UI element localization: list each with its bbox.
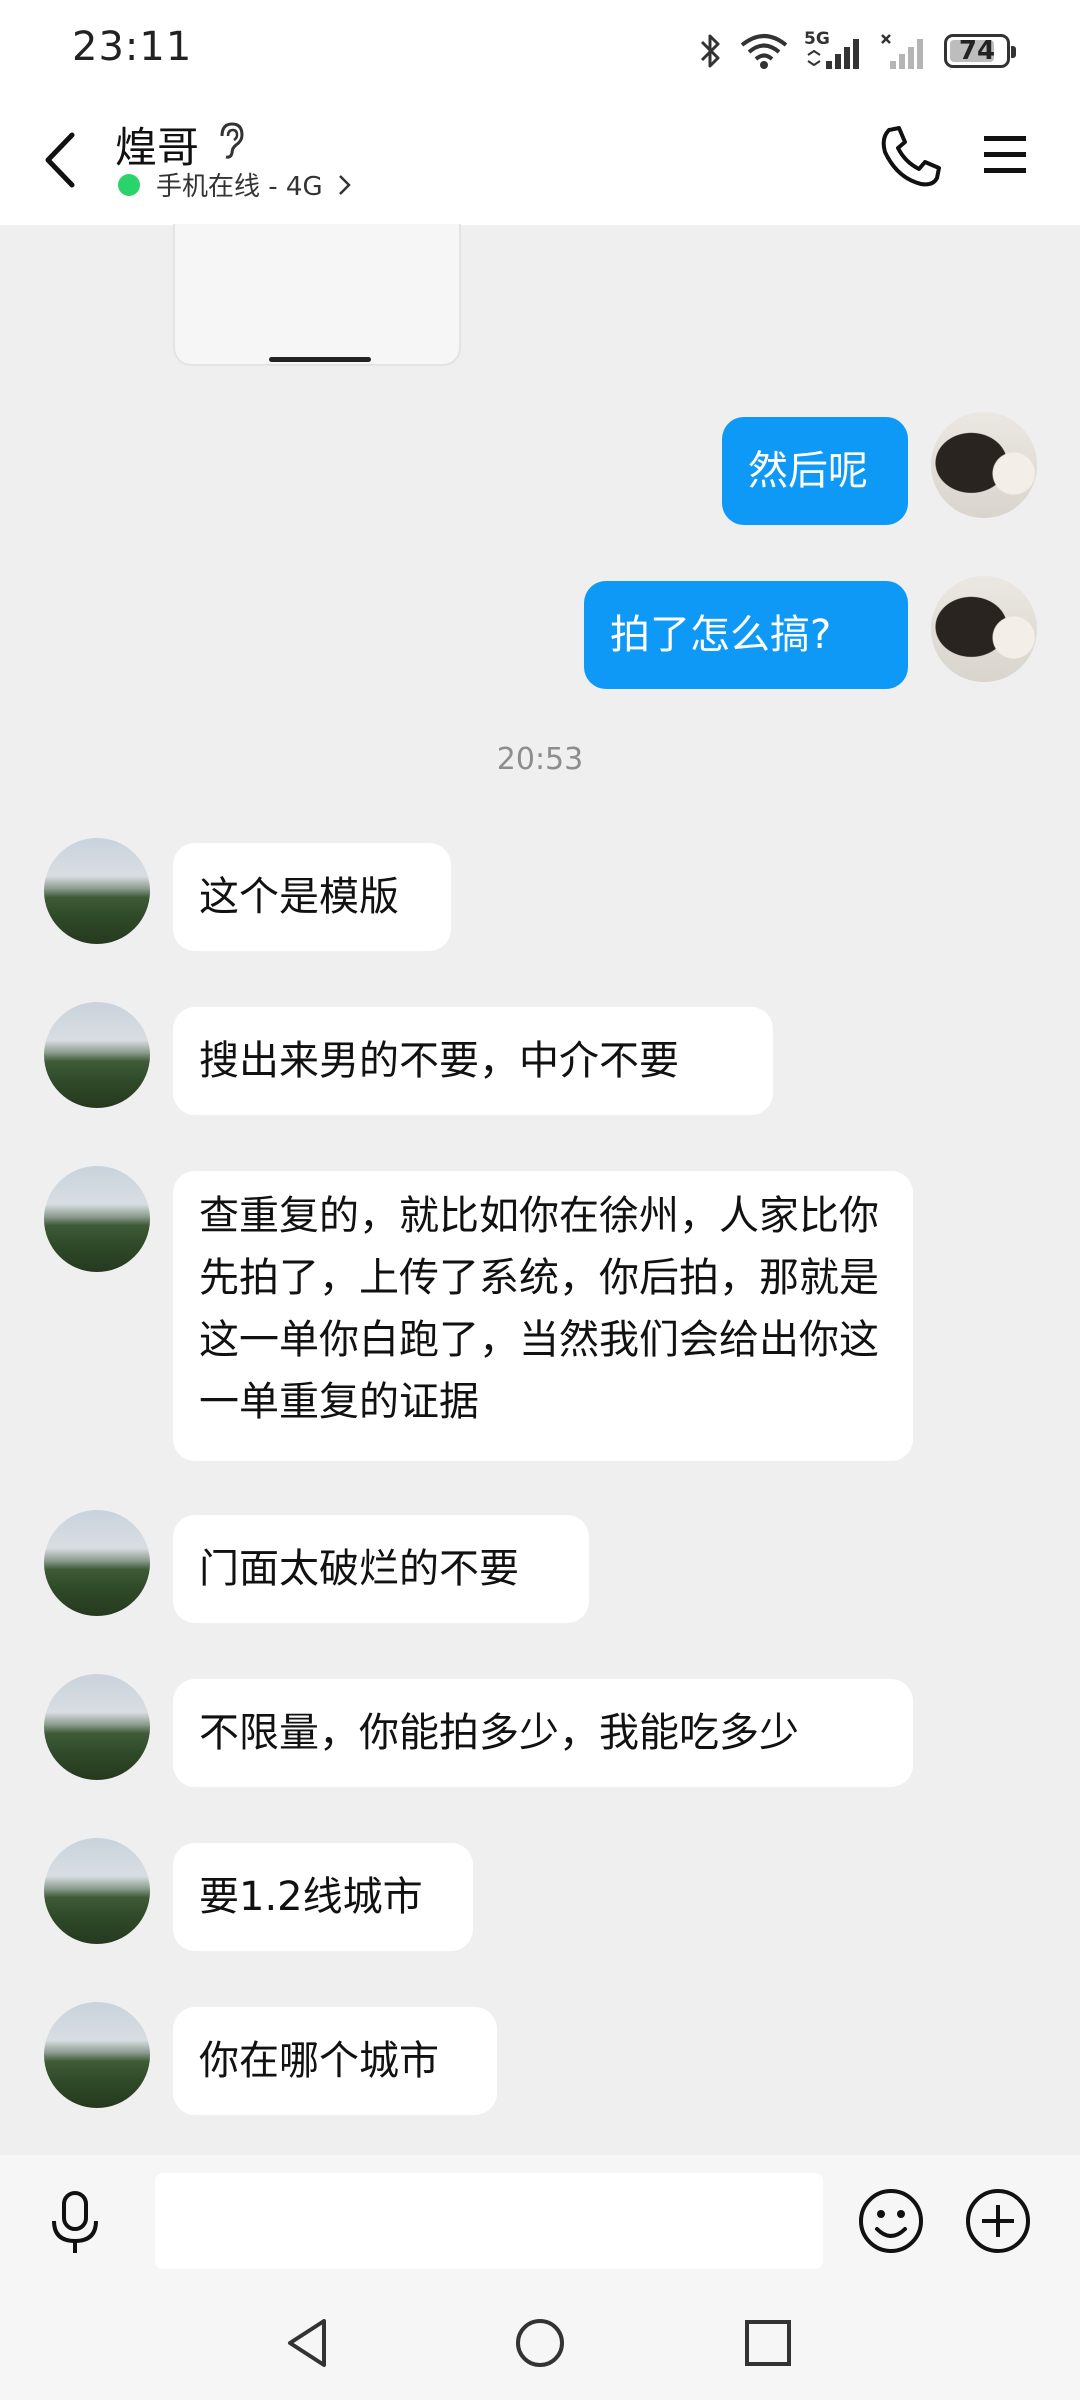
emoji-icon[interactable] bbox=[855, 2185, 927, 2257]
menu-icon[interactable] bbox=[980, 130, 1030, 180]
received-message[interactable]: 你在哪个城市 bbox=[173, 2007, 497, 2115]
shared-card-fragment[interactable] bbox=[173, 224, 461, 366]
back-button[interactable] bbox=[30, 120, 90, 200]
status-time: 23:11 bbox=[72, 24, 193, 70]
sent-message[interactable]: 然后呢 bbox=[722, 417, 908, 525]
sent-message[interactable]: 拍了怎么搞? bbox=[584, 581, 908, 689]
system-nav-bar bbox=[0, 2285, 1080, 2400]
phone-icon[interactable] bbox=[875, 122, 945, 192]
status-icons: 5G 74 bbox=[698, 26, 1016, 76]
contact-avatar[interactable] bbox=[44, 1166, 150, 1272]
chat-header: 煌哥 手机在线 - 4G bbox=[0, 100, 1080, 225]
battery-level: 74 bbox=[958, 36, 996, 66]
received-message[interactable]: 搜出来男的不要，中介不要 bbox=[173, 1007, 773, 1115]
online-status: 手机在线 - 4G bbox=[156, 172, 323, 202]
contact-avatar[interactable] bbox=[44, 1838, 150, 1944]
contact-avatar[interactable] bbox=[44, 838, 150, 944]
contact-avatar[interactable] bbox=[44, 1002, 150, 1108]
my-avatar[interactable] bbox=[931, 412, 1037, 518]
received-message[interactable]: 查重复的，就比如你在徐州，人家比你先拍了，上传了系统，你后拍，那就是这一单你白跑… bbox=[173, 1171, 913, 1461]
nav-back-icon[interactable] bbox=[280, 2315, 336, 2371]
received-message[interactable]: 门面太破烂的不要 bbox=[173, 1515, 589, 1623]
received-message[interactable]: 这个是模版 bbox=[173, 843, 451, 951]
input-bar bbox=[0, 2155, 1080, 2285]
plus-icon[interactable] bbox=[962, 2185, 1034, 2257]
online-dot bbox=[118, 173, 140, 196]
card-divider bbox=[269, 357, 371, 362]
message-input[interactable] bbox=[155, 2173, 823, 2269]
chevron-right-icon bbox=[338, 174, 351, 195]
status-bar: 23:11 5G 74 bbox=[0, 0, 1080, 100]
my-avatar[interactable] bbox=[931, 576, 1037, 682]
contact-avatar[interactable] bbox=[44, 1510, 150, 1616]
microphone-icon[interactable] bbox=[40, 2187, 110, 2257]
received-message[interactable]: 要1.2线城市 bbox=[173, 1843, 473, 1951]
contact-avatar[interactable] bbox=[44, 2002, 150, 2108]
back-arrow-icon bbox=[45, 132, 75, 188]
online-status-row[interactable]: 手机在线 - 4G bbox=[118, 166, 353, 203]
bluetooth-icon bbox=[700, 34, 720, 68]
ear-icon bbox=[220, 122, 244, 159]
signal-5g-icon: 5G bbox=[804, 29, 866, 71]
message-timestamp: 20:53 bbox=[496, 742, 584, 777]
nav-home-icon[interactable] bbox=[512, 2315, 568, 2371]
wifi-icon bbox=[740, 34, 788, 69]
contact-avatar[interactable] bbox=[44, 1674, 150, 1780]
received-message[interactable]: 不限量，你能拍多少，我能吃多少 bbox=[173, 1679, 913, 1787]
battery-icon: 74 bbox=[944, 34, 1016, 68]
nav-recent-apps-icon[interactable] bbox=[742, 2317, 794, 2369]
signal-no-sim-icon bbox=[881, 34, 923, 69]
